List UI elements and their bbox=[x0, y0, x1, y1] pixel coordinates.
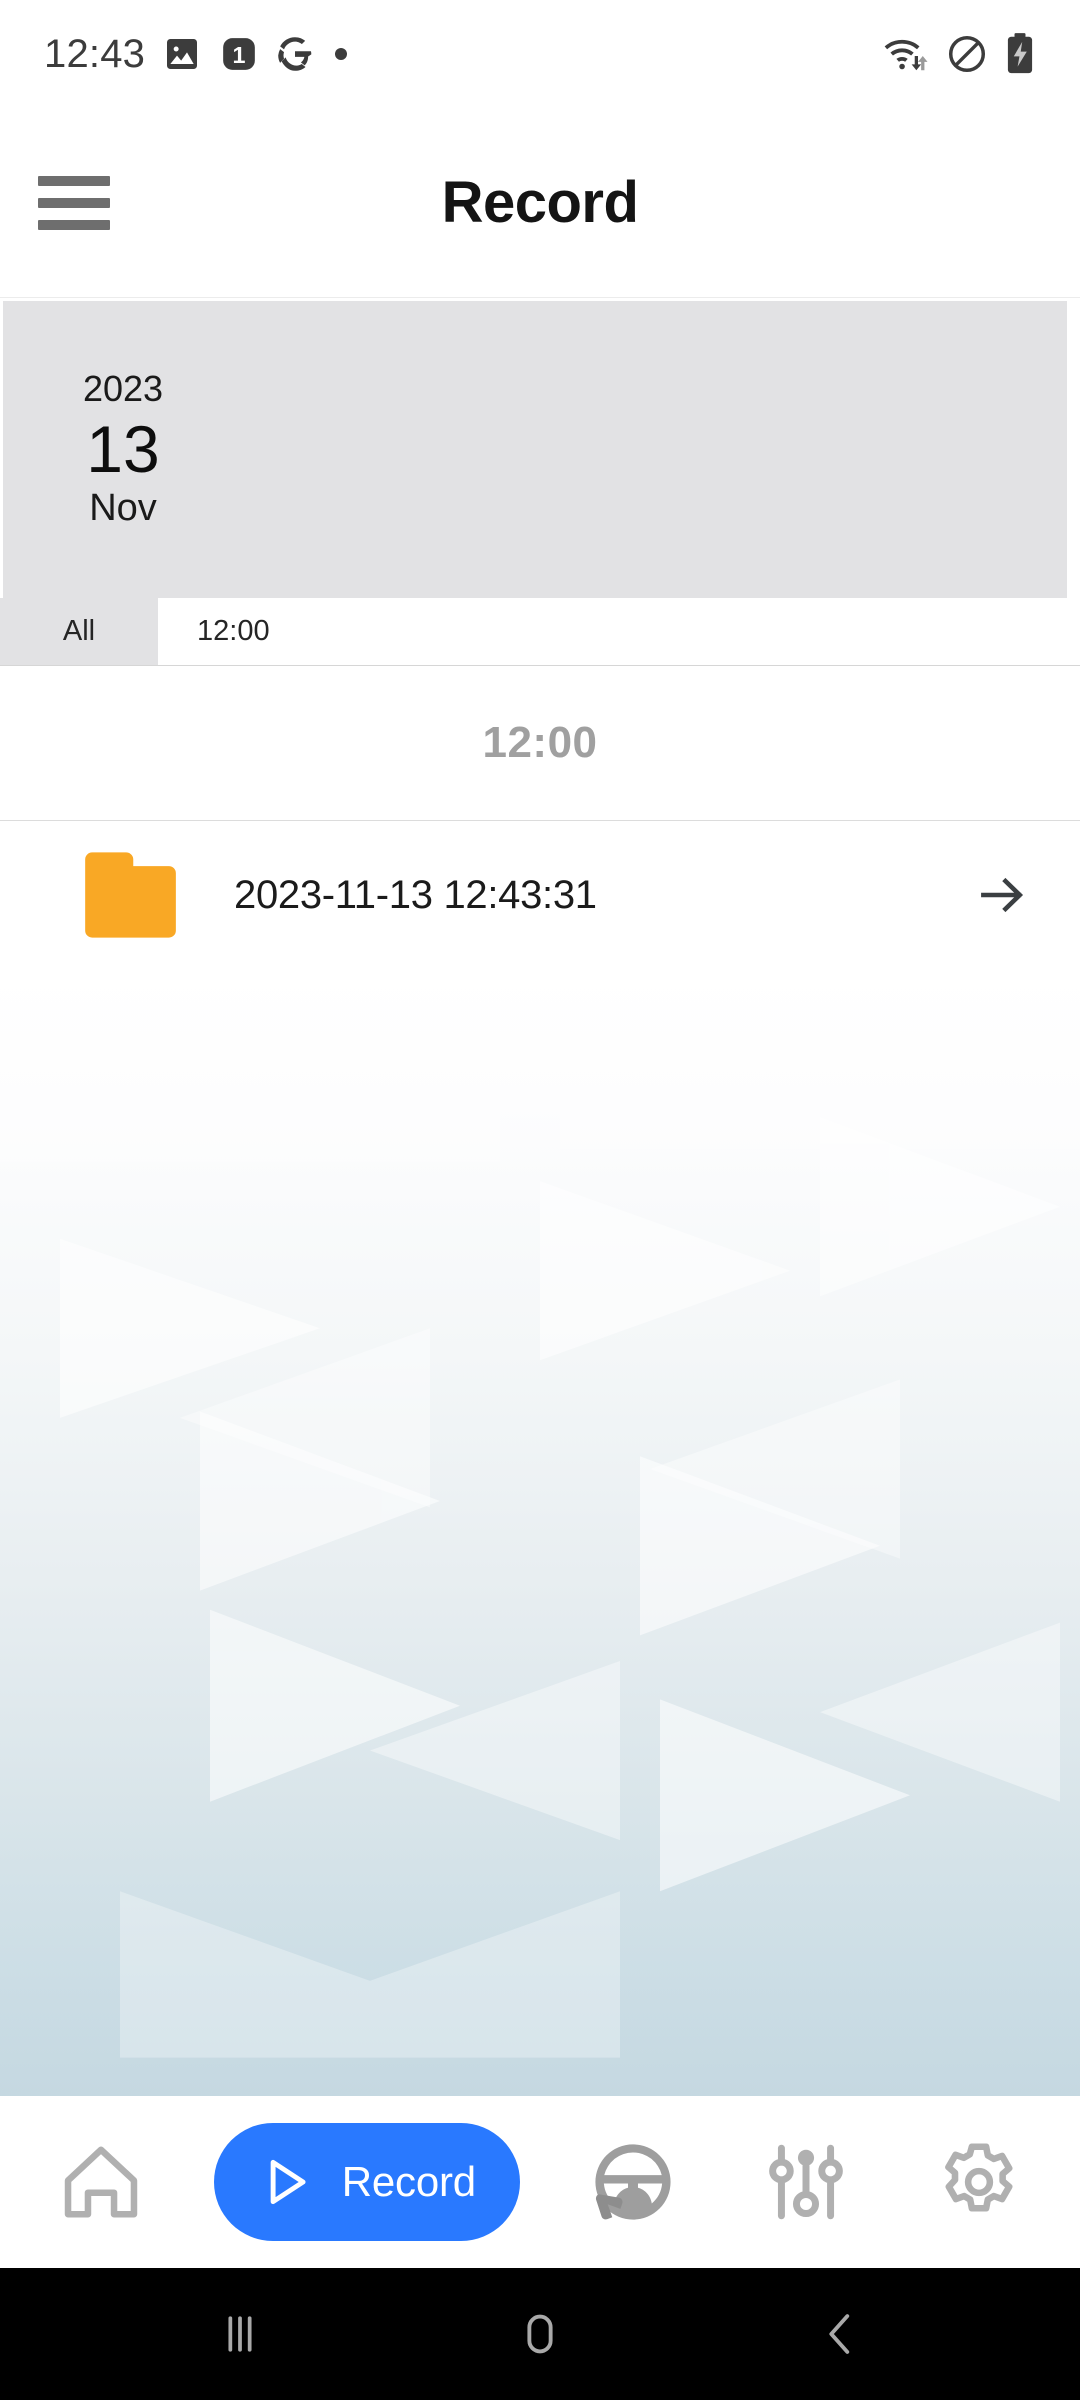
bottom-navigation-bar: Record bbox=[0, 2096, 1080, 2268]
steering-wheel-icon bbox=[595, 2144, 671, 2220]
arrow-right-icon[interactable] bbox=[974, 867, 1030, 923]
date-display: 2023 13 Nov bbox=[81, 368, 165, 532]
nav-item-record-label: Record bbox=[341, 2158, 476, 2205]
home-pill-icon[interactable] bbox=[480, 2274, 600, 2394]
folder-icon bbox=[85, 852, 176, 938]
date-card-container: 2023 13 Nov bbox=[0, 298, 1080, 598]
date-month: Nov bbox=[89, 487, 157, 530]
back-chevron-icon[interactable] bbox=[780, 2274, 900, 2394]
date-card[interactable]: 2023 13 Nov bbox=[3, 301, 1067, 598]
tab-12-00[interactable]: 12:00 bbox=[158, 598, 1080, 665]
nav-item-driving[interactable] bbox=[573, 2127, 693, 2237]
dot-icon bbox=[335, 48, 348, 60]
hamburger-bar bbox=[38, 219, 110, 230]
android-navigation-bar bbox=[0, 2268, 1080, 2400]
nav-item-adjust[interactable] bbox=[746, 2127, 866, 2237]
section-header: 12:00 bbox=[0, 666, 1080, 821]
recording-list-area: 12:00 2023-11-13 12:43:31 bbox=[0, 666, 1080, 2096]
wifi-transfer-icon bbox=[884, 39, 928, 71]
status-bar-right bbox=[884, 32, 1036, 76]
hamburger-bar bbox=[38, 175, 110, 186]
page-title: Record bbox=[441, 170, 639, 235]
play-triangle-icon bbox=[270, 2159, 306, 2205]
watermark-triangles bbox=[0, 970, 1080, 2058]
nav-item-home[interactable] bbox=[41, 2127, 161, 2237]
battery-charging-icon bbox=[1007, 33, 1033, 74]
do-not-disturb-icon bbox=[948, 35, 986, 73]
home-icon bbox=[64, 2146, 137, 2218]
date-day: 13 bbox=[86, 412, 160, 487]
phone-screen: 12:43 1 Record 2023 13 Nov All 12:00 12:… bbox=[0, 0, 1080, 2400]
notification-count-1-icon: 1 bbox=[223, 38, 255, 70]
google-g-icon bbox=[278, 37, 312, 71]
list-item-title: 2023-11-13 12:43:31 bbox=[234, 872, 597, 917]
background-watermark bbox=[0, 970, 1080, 2096]
list-item[interactable]: 2023-11-13 12:43:31 bbox=[0, 821, 1080, 969]
app-bar: Record bbox=[0, 108, 1080, 298]
tab-all[interactable]: All bbox=[0, 598, 158, 665]
nav-item-record[interactable]: Record bbox=[213, 2123, 520, 2241]
hamburger-menu-icon[interactable] bbox=[38, 175, 110, 230]
gear-icon bbox=[945, 2143, 1013, 2212]
hamburger-bar bbox=[38, 197, 110, 208]
gallery-icon bbox=[167, 39, 198, 69]
section-header-label: 12:00 bbox=[482, 718, 598, 767]
status-clock: 12:43 bbox=[44, 32, 146, 76]
sliders-icon bbox=[769, 2144, 844, 2220]
nav-item-settings[interactable] bbox=[919, 2127, 1039, 2237]
date-year: 2023 bbox=[82, 367, 164, 409]
status-bar: 12:43 1 bbox=[0, 0, 1080, 108]
recents-bars-icon[interactable] bbox=[180, 2274, 300, 2394]
tab-bar: All 12:00 bbox=[0, 598, 1080, 666]
svg-text:1: 1 bbox=[233, 42, 246, 68]
status-bar-left: 12:43 1 bbox=[44, 34, 351, 74]
